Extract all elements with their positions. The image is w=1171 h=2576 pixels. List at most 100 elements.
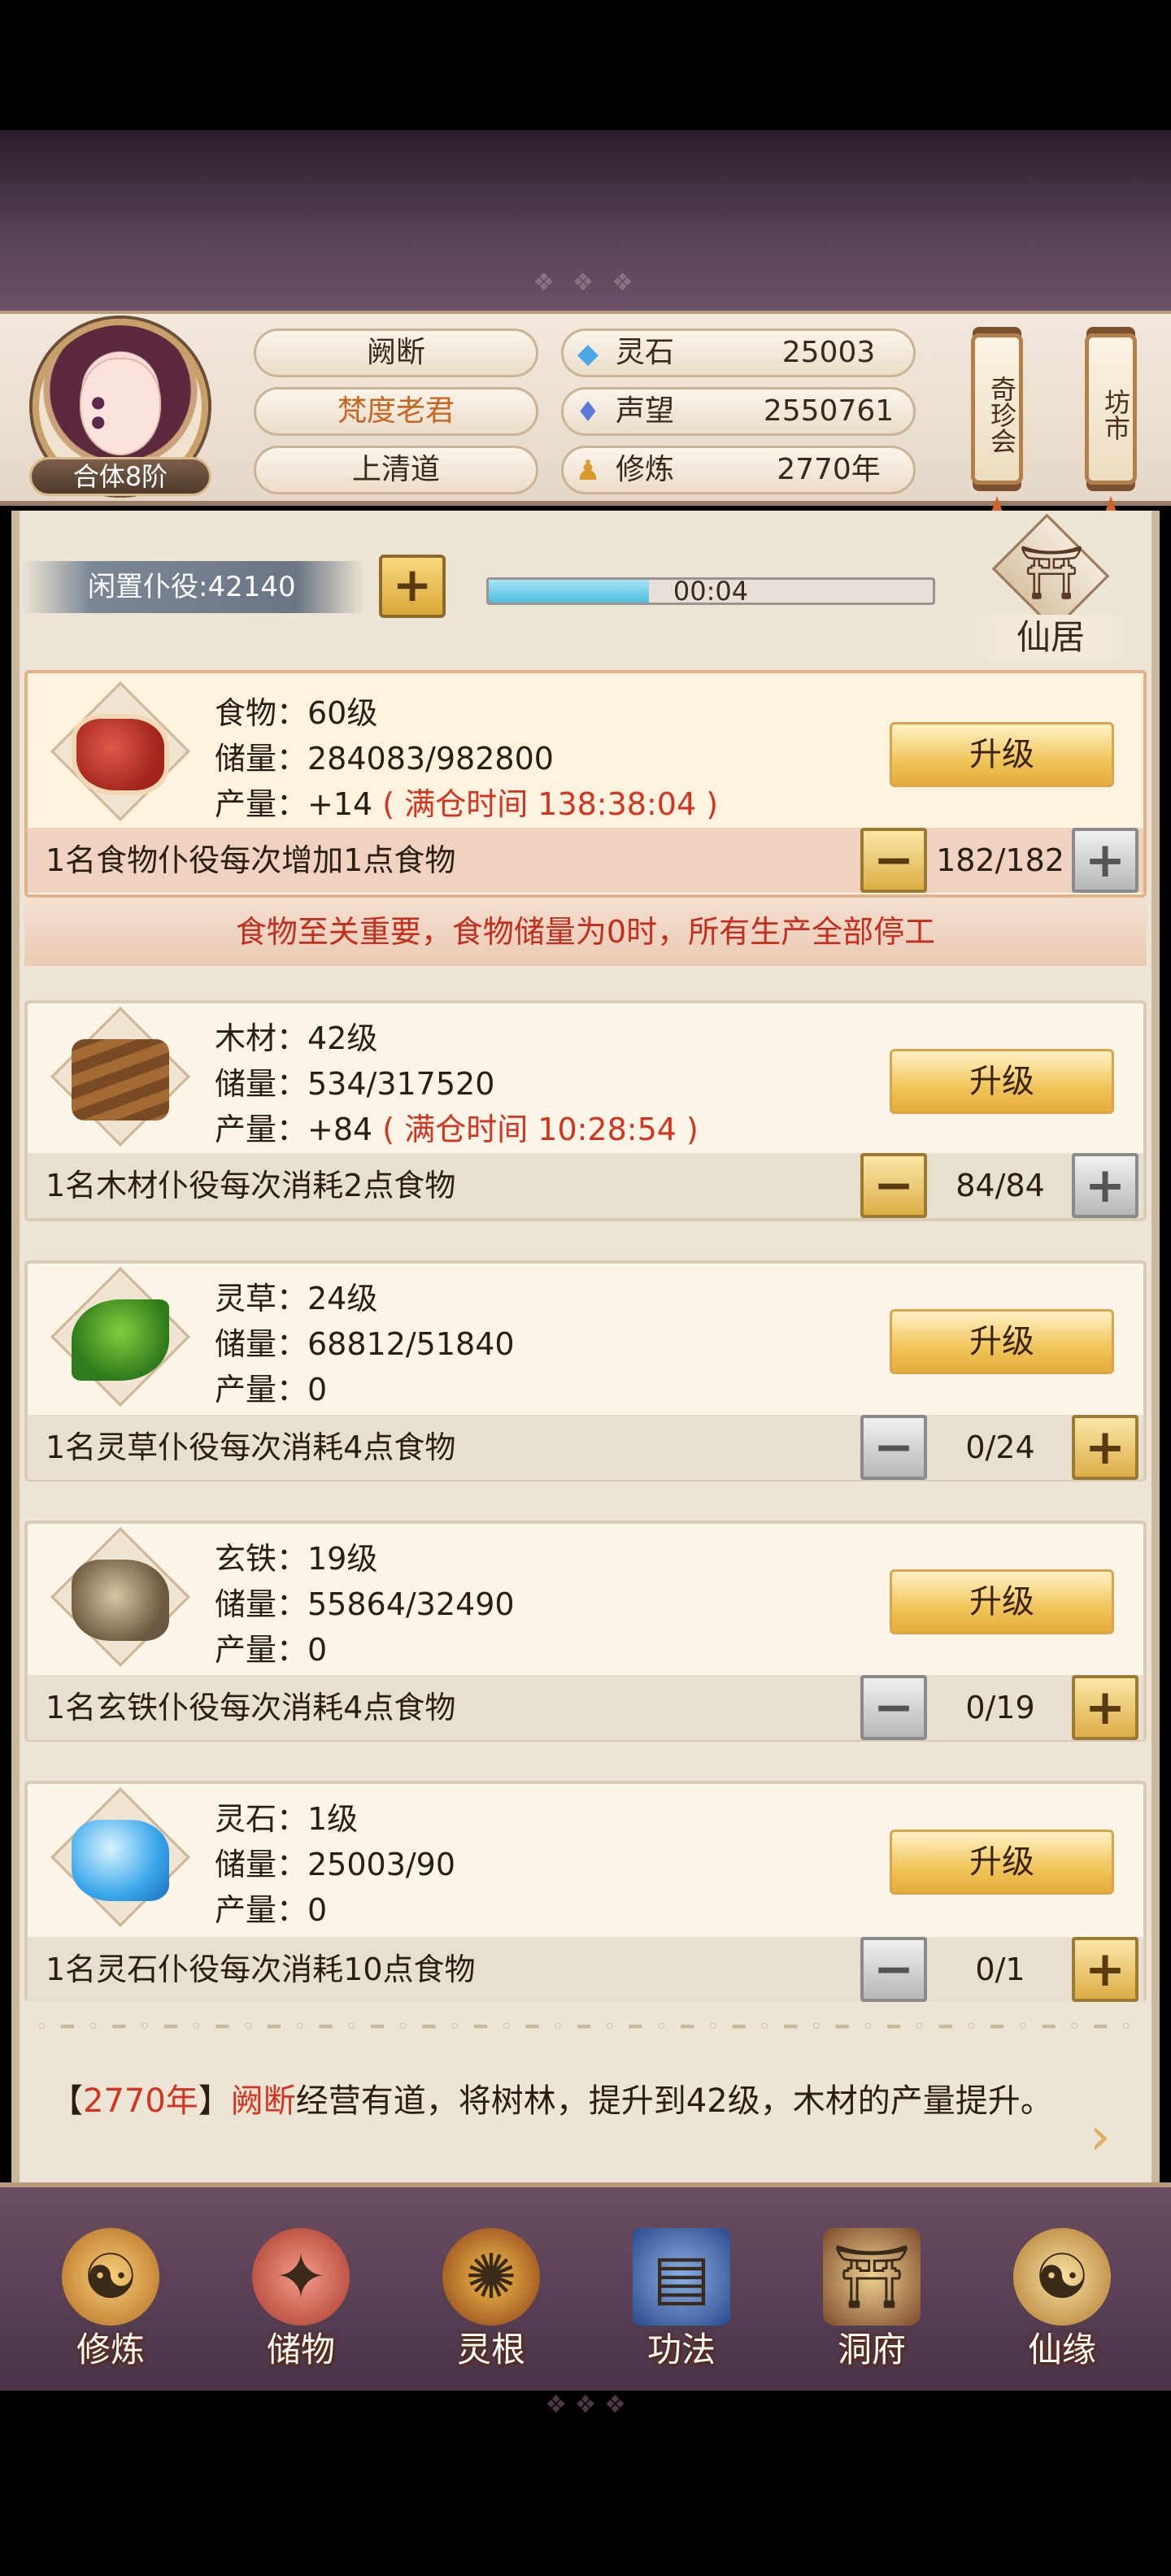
next-log-arrow-icon[interactable]: ›: [1090, 2111, 1142, 2163]
technique-book-icon: ▤: [633, 2228, 730, 2326]
stat-reputation[interactable]: ♦ 声望 2550761: [561, 387, 916, 436]
resource-output: 产量：+14 ( 满仓时间 138:38:04 ): [215, 782, 718, 826]
nav-spirit-root[interactable]: ✺ 灵根: [418, 2228, 564, 2382]
worker-description: 1名玄铁仆役每次消耗4点食物: [46, 1690, 456, 1725]
increase-workers-button[interactable]: +: [1072, 828, 1138, 893]
log-bracket-open: 【: [50, 2082, 83, 2120]
cave-mansion-icon: ⛩: [823, 2228, 921, 2326]
decrease-workers-button[interactable]: −: [860, 1937, 927, 2002]
worker-description: 1名食物仆役每次增加1点食物: [46, 842, 456, 878]
bottom-ornament: ❖ ❖ ❖: [545, 2391, 626, 2419]
decrease-workers-button[interactable]: −: [860, 1153, 927, 1218]
output-value: 产量：+84: [215, 1112, 373, 1147]
stat-cultivation[interactable]: ♟ 修炼 2770年: [561, 446, 916, 494]
resource-output: 产量：0: [215, 1368, 327, 1412]
worker-count: 0/24: [965, 1429, 1035, 1465]
treasure-fair-lantern[interactable]: 奇珍会: [971, 333, 1023, 485]
output-value: 产量：+14: [215, 786, 373, 822]
add-servants-button[interactable]: +: [379, 555, 446, 618]
log-bracket-close: 】: [198, 2082, 231, 2120]
stat-label: 声望: [616, 394, 675, 428]
resource-storage: 储量：55864/32490: [215, 1586, 515, 1622]
output-value: 产量：0: [215, 1892, 328, 1928]
upgrade-button[interactable]: 升级: [890, 1049, 1114, 1114]
resource-output: 产量：0: [215, 1628, 327, 1672]
output-value: 产量：0: [215, 1632, 328, 1668]
resource-storage: 储量：68812/51840: [215, 1326, 515, 1362]
nav-fate[interactable]: ☯ 仙缘: [989, 2228, 1135, 2382]
nav-label: 灵根: [456, 2330, 525, 2369]
nav-cultivate[interactable]: ☯ 修炼: [37, 2228, 184, 2382]
resource-storage: 储量：25003/90: [215, 1847, 456, 1882]
log-year: 2770年: [83, 2082, 198, 2120]
rank-badge: 合体8阶: [29, 457, 211, 496]
nav-technique[interactable]: ▤ 功法: [608, 2228, 755, 2382]
upgrade-button[interactable]: 升级: [890, 1309, 1114, 1374]
decrease-workers-button[interactable]: −: [860, 828, 927, 893]
reputation-icon: ♦: [575, 396, 601, 429]
resource-level: 灵石：1级: [215, 1801, 359, 1837]
herb-icon: [72, 1299, 169, 1381]
spirit-stone-icon: ◆: [577, 337, 599, 370]
worker-count: 0/19: [965, 1690, 1035, 1725]
resource-level: 食物：60级: [215, 695, 378, 731]
player-sect[interactable]: 上清道: [254, 446, 538, 494]
idle-servants-label: 闲置仆役:42140: [23, 561, 364, 613]
crystal-icon: [72, 1820, 169, 1901]
pavilion-icon: ⛩: [1018, 543, 1085, 603]
residence-label: 仙居: [971, 615, 1130, 660]
ornament-divider: ◦ ━ ◦ ━ ◦ ━ ◦ ━ ◦ ━ ◦ ━ ◦ ━ ◦ ━ ◦ ━ ◦ ━ …: [35, 2015, 1136, 2039]
storage-bag-icon: ✦: [252, 2228, 350, 2326]
resource-output: 产量：0: [215, 1888, 327, 1932]
player-name[interactable]: 阙断: [254, 329, 538, 377]
upgrade-button[interactable]: 升级: [890, 1569, 1114, 1634]
player-title[interactable]: 梵度老君: [254, 387, 538, 436]
stat-spirit-stone[interactable]: ◆ 灵石 25003: [561, 329, 916, 377]
event-log: 【2770年】阙断经营有道，将树林，提升到42级，木材的产量提升。: [50, 2072, 1108, 2130]
upgrade-button[interactable]: 升级: [890, 1830, 1114, 1895]
meditation-icon: ♟: [575, 455, 601, 487]
worker-description: 1名灵石仆役每次消耗10点食物: [46, 1952, 476, 1987]
nav-label: 仙缘: [1027, 2330, 1096, 2369]
cultivate-icon: ☯: [62, 2228, 159, 2326]
log-name: 阙断: [230, 2082, 296, 2120]
decrease-workers-button[interactable]: −: [860, 1415, 927, 1480]
resource-storage: 储量：284083/982800: [215, 741, 554, 777]
nav-label: 修炼: [76, 2330, 145, 2369]
output-value: 产量：0: [215, 1372, 328, 1408]
increase-workers-button[interactable]: +: [1072, 1937, 1138, 2002]
full-time: ( 满仓时间 138:38:04 ): [382, 786, 719, 822]
resource-level: 玄铁：19级: [215, 1541, 378, 1577]
market-lantern[interactable]: 坊市: [1085, 333, 1137, 485]
food-warning: 食物至关重要，食物储量为0时，所有生产全部停工: [24, 898, 1147, 966]
nav-cave-mansion[interactable]: ⛩ 洞府: [799, 2228, 945, 2382]
fate-icon: ☯: [1013, 2228, 1111, 2326]
decrease-workers-button[interactable]: −: [860, 1675, 927, 1740]
resource-storage: 储量：534/317520: [215, 1066, 495, 1102]
worker-count: 182/182: [936, 842, 1064, 878]
avatar-eyes: ● ●: [91, 392, 120, 431]
resource-level: 木材：42级: [215, 1020, 378, 1056]
full-time: ( 满仓时间 10:28:54 ): [382, 1112, 699, 1147]
log-text: 经营有道，将树林，提升到42级，木材的产量提升。: [295, 2082, 1053, 2120]
resource-output: 产量：+84 ( 满仓时间 10:28:54 ): [215, 1107, 699, 1151]
upgrade-button[interactable]: 升级: [890, 722, 1114, 787]
top-ornament: ❖ ❖ ❖: [533, 268, 638, 297]
worker-description: 1名木材仆役每次消耗2点食物: [46, 1168, 456, 1203]
nav-label: 洞府: [837, 2330, 906, 2369]
worker-count: 0/1: [975, 1952, 1025, 1987]
stat-value: 2550761: [763, 394, 895, 428]
increase-workers-button[interactable]: +: [1072, 1675, 1138, 1740]
worker-count: 84/84: [956, 1168, 1045, 1203]
iron-ore-icon: [72, 1560, 169, 1641]
nav-label: 功法: [646, 2330, 716, 2369]
meat-icon: [72, 714, 169, 795]
stat-label: 灵石: [616, 336, 675, 369]
increase-workers-button[interactable]: +: [1072, 1153, 1138, 1218]
worker-description: 1名灵草仆役每次消耗4点食物: [46, 1429, 456, 1465]
increase-workers-button[interactable]: +: [1072, 1415, 1138, 1480]
resource-level: 灵草：24级: [215, 1281, 378, 1316]
production-timer: 00:04: [673, 576, 749, 607]
stat-label: 修炼: [616, 453, 675, 486]
nav-storage[interactable]: ✦ 储物: [228, 2228, 374, 2382]
